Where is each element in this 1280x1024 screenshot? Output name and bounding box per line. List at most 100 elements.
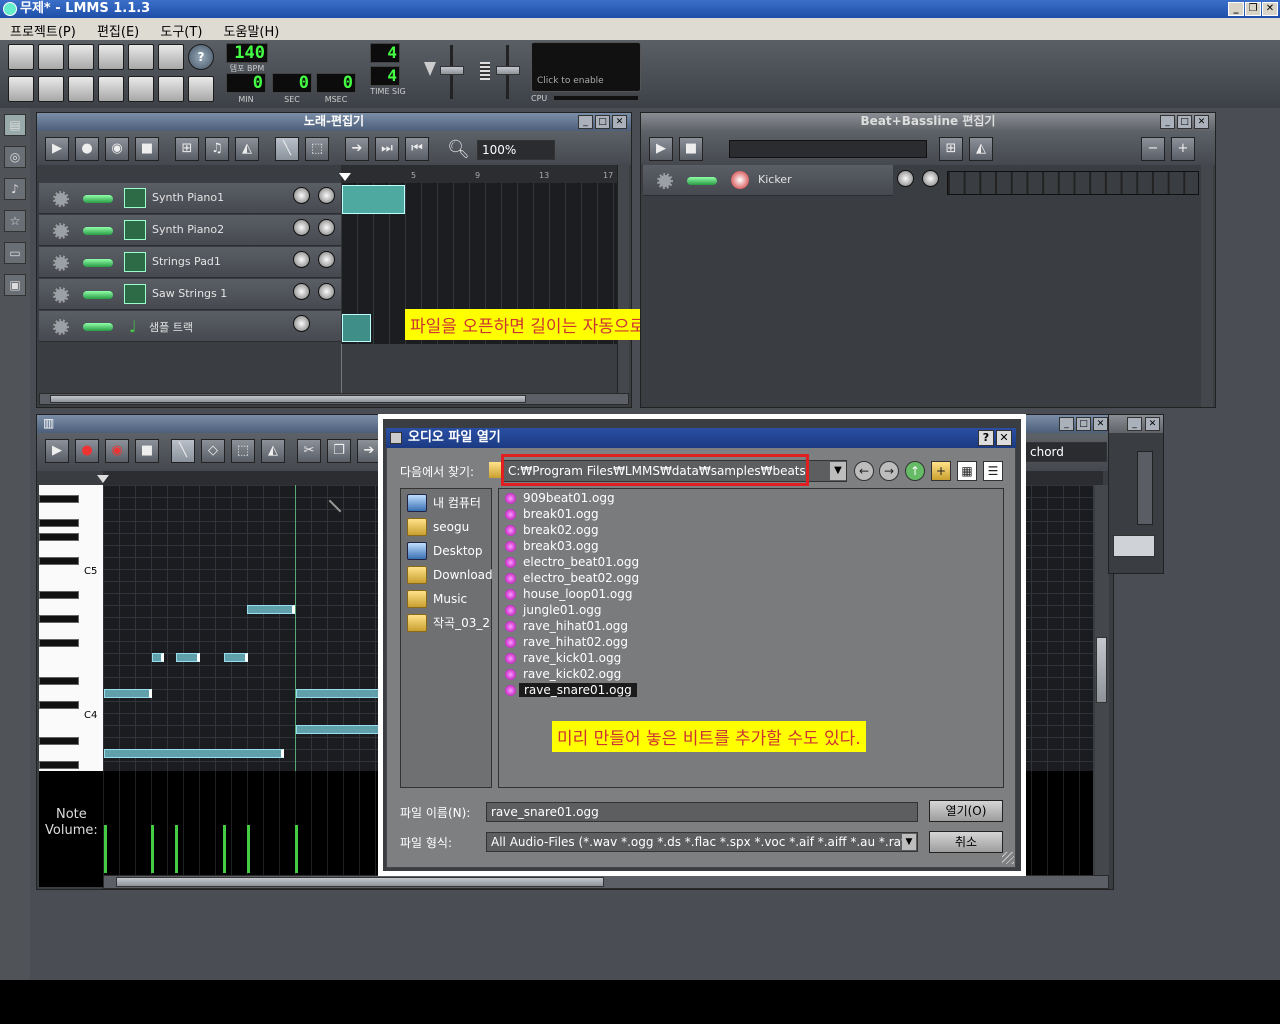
track-settings-gear-icon[interactable] [53,191,69,207]
bb-track-row[interactable]: Kicker [643,165,893,196]
parent-folder-icon[interactable]: ↑ [905,461,925,481]
open-button[interactable]: 열기(O) [929,800,1003,822]
vertical-scrollbar[interactable] [1095,485,1109,875]
track-mute-led[interactable] [83,323,113,331]
volume-knob[interactable] [293,187,310,204]
file-item[interactable]: rave_hihat01.ogg [499,618,1003,634]
record-play-icon[interactable]: ◉ [105,439,129,463]
piano-roll-maximize[interactable]: □ [1076,417,1091,431]
track-name[interactable]: Strings Pad1 [152,255,221,268]
piano-key-black[interactable] [39,557,79,565]
file-item[interactable]: electro_beat01.ogg [499,554,1003,570]
place-download[interactable]: Download [401,563,493,587]
copy-icon[interactable]: ❐ [327,439,351,463]
file-item[interactable]: break02.ogg [499,522,1003,538]
bb-pattern-select[interactable] [729,140,927,158]
file-item[interactable]: break03.ogg [499,538,1003,554]
partial-slider[interactable] [1137,451,1153,525]
piano-key-black[interactable] [39,701,79,709]
add-steps-icon[interactable]: + [1171,137,1195,161]
cancel-button[interactable]: 취소 [929,831,1003,853]
record-icon[interactable]: ● [75,137,99,161]
piano-key-black[interactable] [39,495,79,503]
pattern-block[interactable] [342,185,405,214]
play-icon[interactable]: ▶ [45,137,69,161]
fx-mixer-toggle-icon[interactable] [128,76,154,102]
partial-minimize[interactable]: _ [1127,417,1142,431]
note-block[interactable] [296,689,380,698]
file-item[interactable]: 909beat01.ogg [499,490,1003,506]
oscilloscope[interactable]: Click to enable [531,42,641,92]
file-item[interactable]: break01.ogg [499,506,1003,522]
track-settings-gear-icon[interactable] [53,255,69,271]
whats-this-icon[interactable]: ? [188,44,214,70]
horizontal-scrollbar[interactable] [103,875,1109,889]
track-name[interactable]: Kicker [758,173,792,186]
step-sequencer[interactable] [947,171,1199,195]
erase-mode-icon[interactable]: ◇ [201,439,225,463]
select-mode-icon[interactable]: ⬚ [231,439,255,463]
volume-bar[interactable] [151,825,154,873]
track-name[interactable]: Synth Piano1 [152,191,224,204]
add-automation-track-icon[interactable]: ◭ [969,137,993,161]
track-mute-led[interactable] [83,259,113,267]
edit-mode-icon[interactable]: ⬚ [305,137,329,161]
chord-select[interactable]: chord [1025,442,1107,462]
close-button[interactable]: ✕ [1262,2,1278,16]
track-row[interactable]: Synth Piano2 [39,215,341,246]
note-block[interactable] [176,653,200,662]
detune-mode-icon[interactable]: ◭ [261,439,285,463]
volume-bar[interactable] [223,825,226,873]
menu-project[interactable]: 프로젝트(P) [0,18,83,40]
filename-input[interactable]: rave_snare01.ogg [486,802,918,822]
my-samples-icon[interactable]: ◎ [4,146,26,168]
stop-icon[interactable]: ■ [135,137,159,161]
track-settings-gear-icon[interactable] [53,223,69,239]
volume-knob[interactable] [293,283,310,300]
remove-steps-icon[interactable]: − [1141,137,1165,161]
sample-track-row[interactable]: ♩ 샘플 트랙 [39,311,341,342]
add-sample-track-icon[interactable]: ♫ [205,137,229,161]
my-computer-icon[interactable]: ▣ [4,274,26,296]
track-mute-led[interactable] [83,291,113,299]
list-view-icon[interactable]: ▦ [957,461,977,481]
volume-knob[interactable] [293,251,310,268]
time-sig-numerator[interactable]: 4 [370,43,400,63]
note-block[interactable] [247,605,295,614]
piano-roll-toggle-icon[interactable] [68,76,94,102]
volume-bar[interactable] [295,825,298,873]
stop-icon[interactable]: ■ [679,137,703,161]
note-block[interactable] [152,653,164,662]
vertical-scrollbar[interactable] [1201,165,1213,407]
piano-key-black[interactable] [39,737,79,745]
track-row[interactable]: Synth Piano1 [39,183,341,214]
place-desktop[interactable]: Desktop [401,539,491,563]
panning-knob[interactable] [318,283,335,300]
note-block[interactable] [224,653,248,662]
bb-editor-maximize[interactable]: □ [1177,115,1192,129]
my-projects-icon[interactable]: ▤ [4,114,26,136]
track-settings-gear-icon[interactable] [53,319,69,335]
new-project-icon[interactable] [8,44,34,70]
bb-editor-toggle-icon[interactable] [38,76,64,102]
play-icon[interactable]: ▶ [45,439,69,463]
play-icon[interactable]: ▶ [649,137,673,161]
song-editor-maximize[interactable]: □ [595,115,610,129]
volume-bar[interactable] [104,825,107,873]
file-item-selected[interactable]: rave_snare01.ogg [499,682,1003,698]
piano-key-black[interactable] [39,533,79,541]
panning-knob[interactable] [922,170,939,187]
draw-mode-icon[interactable]: ╲ [171,439,195,463]
record-play-icon[interactable]: ◉ [105,137,129,161]
file-item[interactable]: rave_kick02.ogg [499,666,1003,682]
playhead-marker[interactable] [339,173,351,181]
track-name[interactable]: Saw Strings 1 [152,287,227,300]
stop-icon[interactable]: ■ [135,439,159,463]
project-notes-toggle-icon[interactable] [158,76,184,102]
stop-behaviour-icon[interactable]: ⏮ [405,137,429,161]
piano-roll-minimize[interactable]: _ [1059,417,1074,431]
time-sig-denominator[interactable]: 4 [370,66,400,86]
file-item[interactable]: jungle01.ogg [499,602,1003,618]
partial-close[interactable]: ✕ [1145,417,1160,431]
automation-editor-toggle-icon[interactable] [98,76,124,102]
